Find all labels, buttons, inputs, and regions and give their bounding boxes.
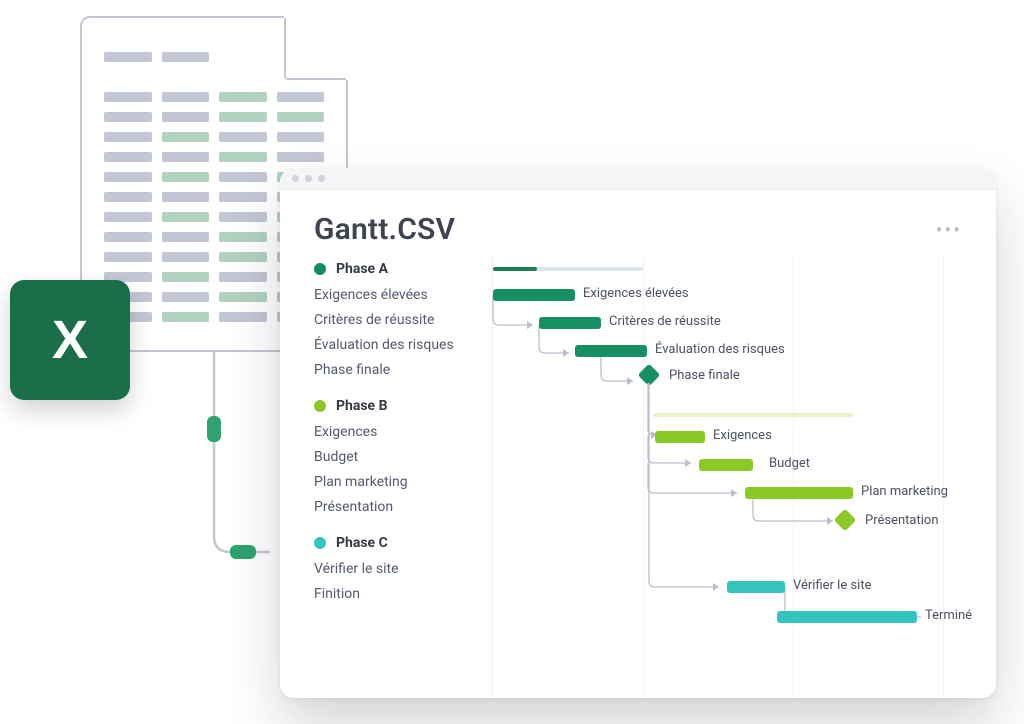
bar-label: Phase finale <box>669 368 740 383</box>
window-control-dot <box>318 175 325 182</box>
task-sidebar: Phase A Exigences élevées Critères de ré… <box>280 255 492 698</box>
bar-label: Plan marketing <box>861 484 948 499</box>
phase-b-progress-track <box>653 413 853 417</box>
phase-header-a[interactable]: Phase A <box>314 261 492 277</box>
gantt-bar[interactable] <box>575 345 647 357</box>
task-label[interactable]: Critères de réussite <box>314 307 492 332</box>
gantt-bar[interactable] <box>777 611 917 623</box>
milestone-icon[interactable] <box>638 364 661 387</box>
connector-line <box>190 352 270 562</box>
phase-header-b[interactable]: Phase B <box>314 398 492 414</box>
bar-label: Évaluation des risques <box>655 342 785 357</box>
milestone-icon[interactable] <box>834 509 857 532</box>
window-titlebar <box>280 168 996 190</box>
bar-label: Exigences <box>713 428 772 443</box>
bar-label: Terminé <box>925 608 972 623</box>
bar-label: Budget <box>769 456 810 471</box>
gantt-bar[interactable] <box>727 581 785 593</box>
phase-dot-icon <box>314 263 326 275</box>
excel-icon: X <box>10 280 130 400</box>
task-label[interactable]: Présentation <box>314 494 492 519</box>
phase-title: Phase C <box>336 535 388 551</box>
window-control-dot <box>305 175 312 182</box>
bar-label: Présentation <box>865 513 939 528</box>
gantt-bar[interactable] <box>655 431 705 443</box>
gantt-bar[interactable] <box>539 317 601 329</box>
more-options-button[interactable]: ••• <box>936 218 962 242</box>
task-label[interactable]: Phase finale <box>314 357 492 382</box>
bar-label: Critères de réussite <box>609 314 721 329</box>
bar-label: Vérifier le site <box>793 578 871 593</box>
task-label[interactable]: Exigences élevées <box>314 282 492 307</box>
phase-title: Phase B <box>336 398 388 414</box>
task-label[interactable]: Vérifier le site <box>314 556 492 581</box>
task-label[interactable]: Budget <box>314 444 492 469</box>
gantt-bar[interactable] <box>699 459 753 471</box>
gantt-chart[interactable]: Exigences élevées Critères de réussite É… <box>492 255 996 698</box>
document-title: Gantt.CSV <box>314 212 455 247</box>
window-control-dot <box>292 175 299 182</box>
task-label[interactable]: Exigences <box>314 419 492 444</box>
phase-title: Phase A <box>336 261 388 277</box>
phase-dot-icon <box>314 400 326 412</box>
task-label[interactable]: Plan marketing <box>314 469 492 494</box>
gantt-bar[interactable] <box>493 289 575 301</box>
task-label[interactable]: Finition <box>314 581 492 606</box>
phase-a-progress-fill <box>493 267 537 271</box>
phase-dot-icon <box>314 537 326 549</box>
gantt-bar[interactable] <box>745 487 853 499</box>
gantt-window: Gantt.CSV ••• Phase A Exigences élevées … <box>280 168 996 698</box>
bar-label: Exigences élevées <box>583 286 689 301</box>
excel-letter: X <box>52 313 88 367</box>
phase-header-c[interactable]: Phase C <box>314 535 492 551</box>
task-label[interactable]: Évaluation des risques <box>314 332 492 357</box>
